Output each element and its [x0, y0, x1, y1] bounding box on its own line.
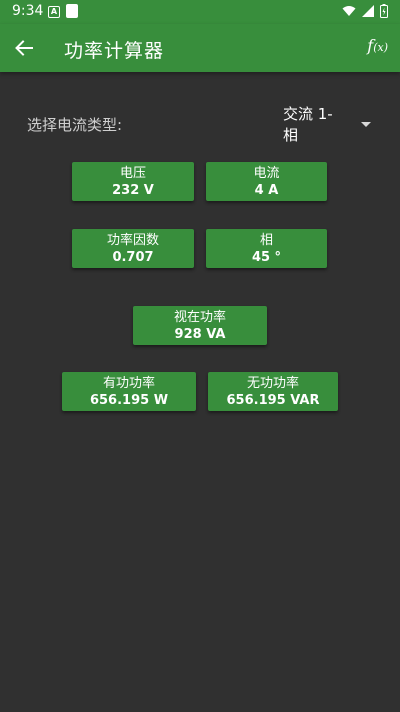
battery-icon	[380, 4, 388, 18]
voltage-label: 电压	[119, 165, 146, 181]
status-icons	[342, 4, 388, 18]
formula-x: (x)	[373, 41, 388, 54]
apparent-power-button[interactable]: 视在功率 928 VA	[133, 306, 267, 345]
reactive-power-button[interactable]: 无功功率 656.195 VAR	[208, 372, 338, 411]
current-type-value: 交流 1-相	[283, 105, 333, 144]
active-power-value: 656.195 W	[89, 392, 169, 408]
current-label: 电流	[253, 165, 280, 181]
phase-value: 45 °	[251, 249, 282, 265]
power-factor-value: 0.707	[112, 249, 154, 265]
notification-a-icon: A	[48, 6, 60, 18]
reactive-power-value: 656.195 VAR	[226, 392, 320, 408]
arrow-left-icon	[15, 40, 33, 56]
cell-signal-icon	[362, 5, 374, 17]
page-title: 功率计算器	[64, 40, 165, 62]
app-bar: 功率计算器 f(x)	[0, 24, 400, 72]
reactive-power-label: 无功功率	[246, 375, 299, 391]
phase-button[interactable]: 相 45 °	[206, 229, 327, 268]
current-button[interactable]: 电流 4 A	[206, 162, 327, 201]
active-power-label: 有功功率	[102, 375, 155, 391]
power-factor-label: 功率因数	[106, 232, 159, 248]
notification-square-icon	[66, 4, 78, 18]
formula-button[interactable]: f(x)	[367, 36, 388, 55]
active-power-button[interactable]: 有功功率 656.195 W	[62, 372, 196, 411]
back-button[interactable]	[12, 36, 36, 60]
voltage-button[interactable]: 电压 232 V	[72, 162, 194, 201]
power-factor-button[interactable]: 功率因数 0.707	[72, 229, 194, 268]
current-value: 4 A	[254, 182, 279, 198]
apparent-power-value: 928 VA	[174, 326, 226, 342]
status-bar: 9:34 A	[0, 0, 400, 24]
wifi-icon	[342, 6, 356, 16]
dropdown-arrow-icon	[361, 121, 371, 127]
current-type-label: 选择电流类型:	[27, 116, 123, 134]
status-time: 9:34	[12, 3, 44, 19]
phase-label: 相	[259, 232, 273, 248]
apparent-power-label: 视在功率	[173, 309, 226, 325]
current-type-dropdown[interactable]: 交流 1-相	[283, 105, 371, 144]
voltage-value: 232 V	[112, 182, 154, 198]
